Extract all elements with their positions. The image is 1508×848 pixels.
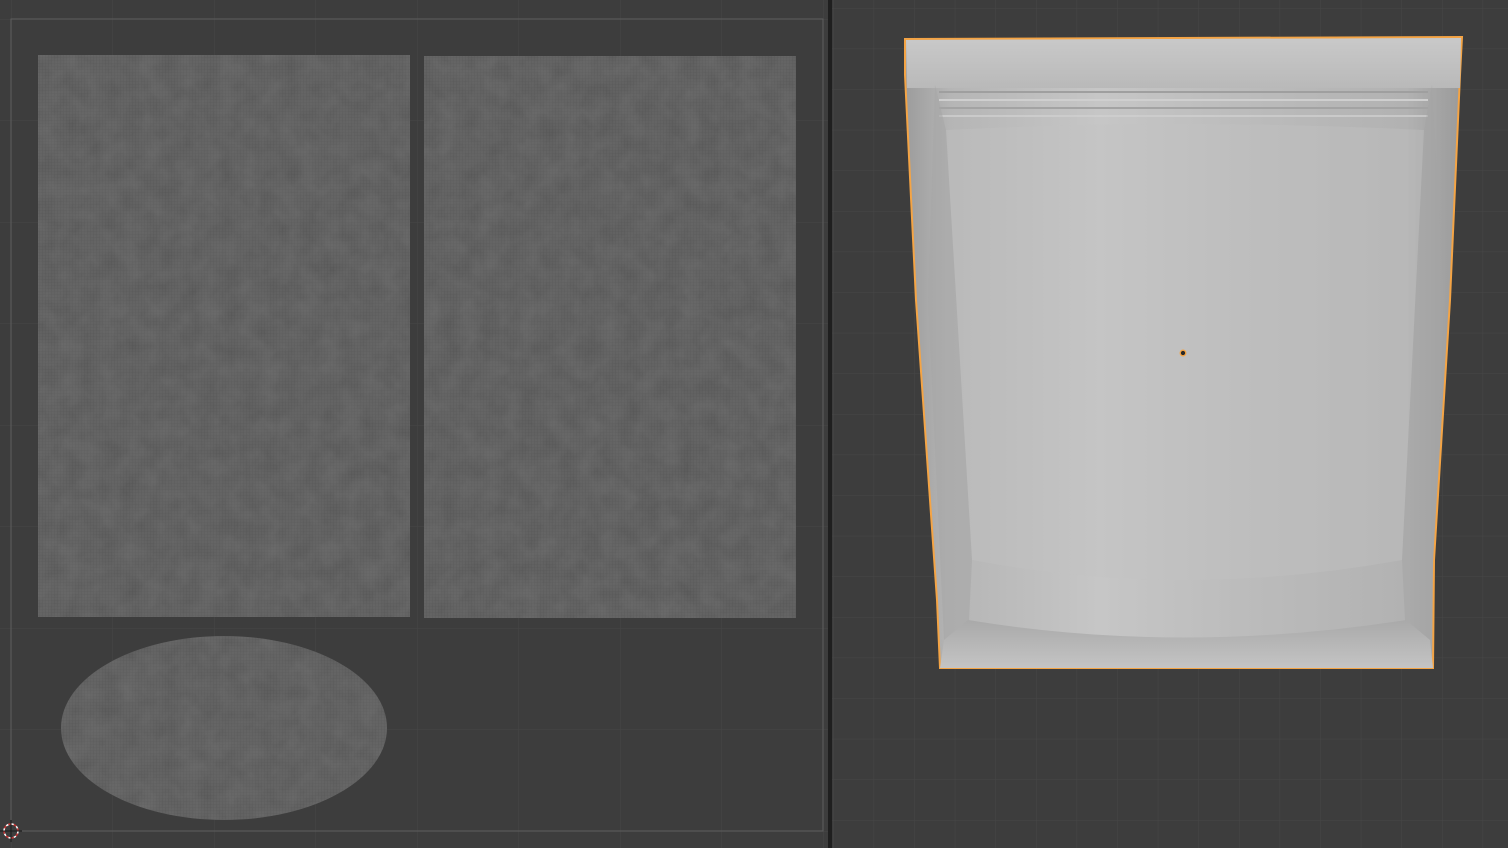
uv-island-bottom-gusset[interactable] bbox=[61, 636, 387, 820]
blender-workspace bbox=[0, 0, 1508, 848]
uv-editor-area[interactable] bbox=[0, 0, 828, 848]
uv-editor-canvas[interactable] bbox=[0, 0, 828, 848]
uv-island-back-panel[interactable] bbox=[424, 56, 796, 618]
3d-viewport-canvas[interactable] bbox=[832, 0, 1508, 848]
object-origin-icon[interactable] bbox=[1179, 349, 1187, 357]
uv-island-front-panel[interactable] bbox=[38, 55, 410, 617]
3d-viewport-area[interactable] bbox=[832, 0, 1508, 848]
